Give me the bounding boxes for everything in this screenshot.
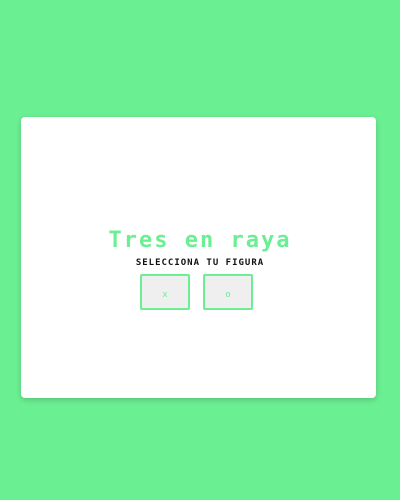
game-title: Tres en raya [108, 228, 292, 253]
choose-x-button[interactable]: x [140, 274, 190, 310]
choose-o-button[interactable]: o [203, 274, 253, 310]
figure-choices: x o [140, 274, 256, 312]
select-figure-prompt: Selecciona tu figura [135, 258, 265, 268]
